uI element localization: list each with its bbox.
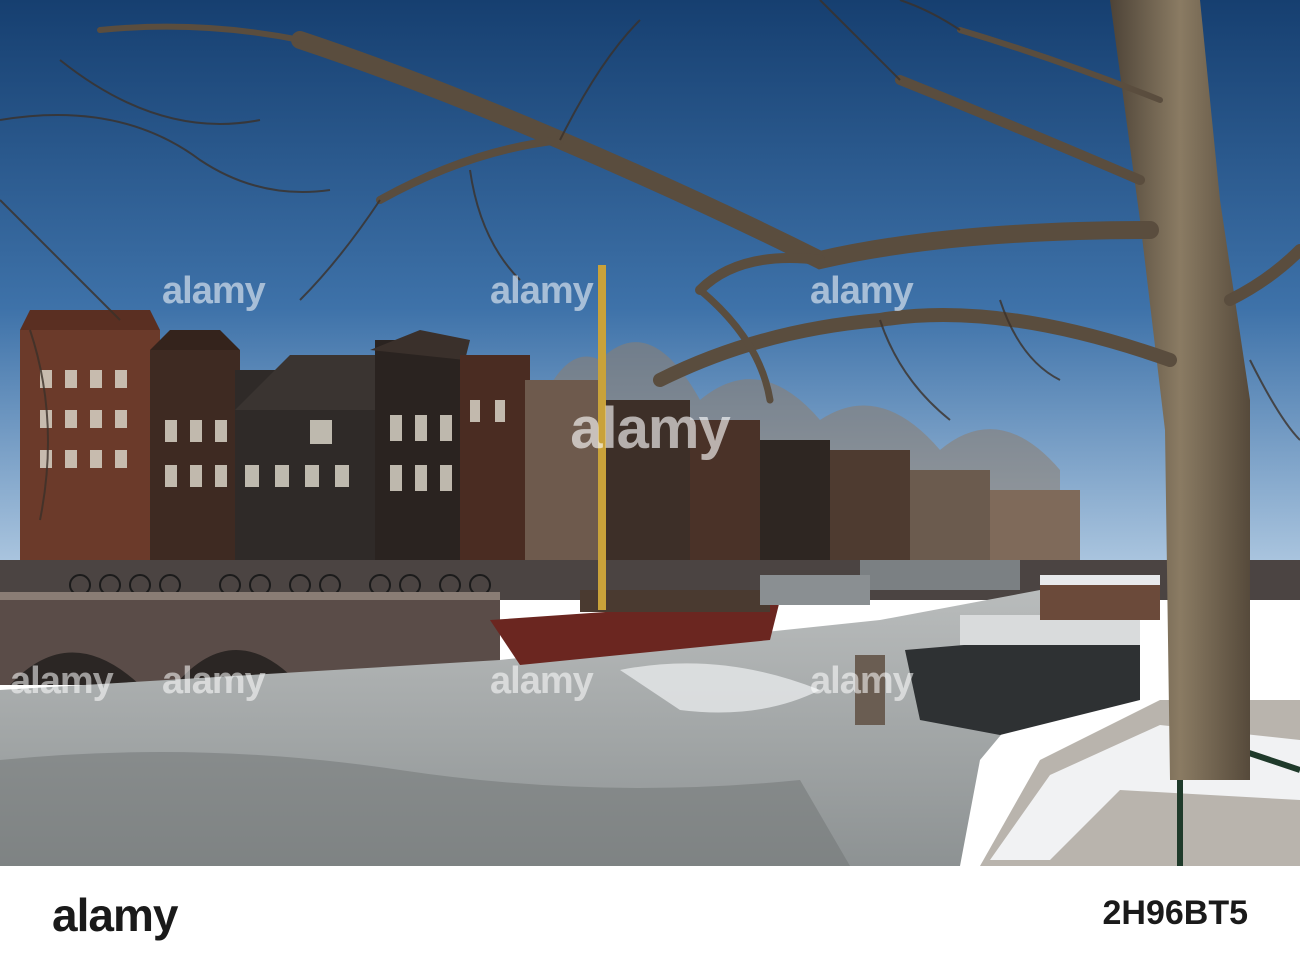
watermark-tile: alamy — [810, 660, 914, 702]
watermark-tile: alamy — [10, 660, 114, 702]
watermark-tile: alamy — [490, 660, 594, 702]
photo-canal-winter: alamy alamy alamy alamy alamy alamy alam… — [0, 0, 1300, 866]
image-frame: alamy alamy alamy alamy alamy alamy alam… — [0, 0, 1300, 956]
watermark-tile: alamy — [490, 270, 594, 312]
image-id: 2H96BT5 — [1102, 894, 1248, 932]
watermark-tile: alamy — [810, 270, 914, 312]
watermark-center: alamy — [570, 396, 730, 461]
footer-strip: alamy 2H96BT5 — [0, 866, 1300, 956]
footer-logo: alamy — [52, 889, 178, 941]
watermark-tile: alamy — [162, 660, 266, 702]
watermark-tile: alamy — [162, 270, 266, 312]
